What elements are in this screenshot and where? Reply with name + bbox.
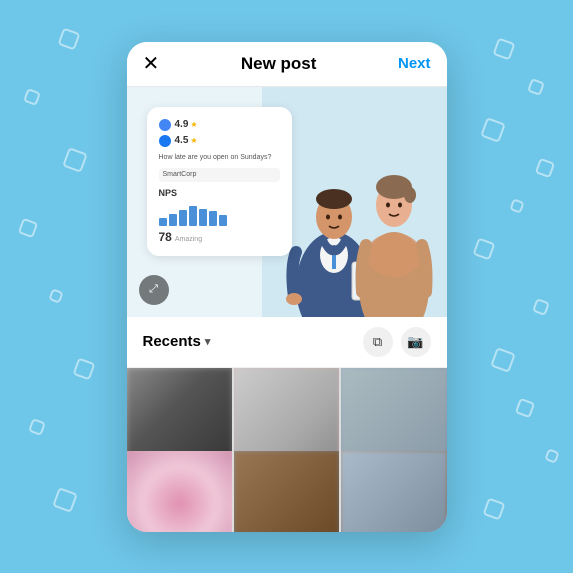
camera-icon: 📷 [407,334,423,350]
nps-label: NPS [159,188,280,198]
input-mock: SmartCorp [159,168,280,182]
google-star: ★ [190,120,197,129]
expand-button[interactable]: ⤢ [139,275,169,305]
fb-score: 4.5 [175,135,189,146]
fb-icon [159,135,171,147]
google-rating-row: 4.9 ★ [159,119,280,131]
bar-6 [209,211,217,225]
page-title: New post [241,54,317,74]
bar-1 [159,218,167,225]
dashboard-card: 4.9 ★ 4.5 ★ How late are you open on Sun… [147,107,292,256]
app-container: ✕ New post Next 4.9 ★ 4.5 ★ How late are… [127,42,447,532]
copy-icon: ⧉ [373,334,382,350]
image-preview: 4.9 ★ 4.5 ★ How late are you open on Sun… [127,87,447,317]
header: ✕ New post Next [127,42,447,87]
bar-7 [219,215,227,226]
fb-rating-row: 4.5 ★ [159,135,280,147]
photo-cell-5[interactable] [234,451,339,532]
photo-grid [127,368,447,532]
bar-chart [159,202,280,226]
nps-score: 78 [159,230,172,244]
recents-bar: Recents ▾ ⧉ 📷 [127,317,447,368]
recents-chevron-icon: ▾ [205,335,211,348]
expand-icon: ⤢ [149,283,158,296]
bar-4 [189,206,197,225]
photo-cell-4[interactable] [127,451,232,532]
survey-question: How late are you open on Sundays? [159,153,280,162]
close-button[interactable]: ✕ [143,54,160,74]
recents-text: Recents [143,333,201,350]
fb-star: ★ [190,136,197,145]
bar-2 [169,214,177,226]
google-score: 4.9 [175,119,189,130]
nps-score-label: Amazing [175,236,202,243]
recents-label[interactable]: Recents ▾ [143,333,211,350]
bar-3 [179,210,187,226]
photo-cell-6[interactable] [341,451,446,532]
google-icon [159,119,171,131]
next-button[interactable]: Next [398,55,431,72]
copy-button[interactable]: ⧉ [363,327,393,357]
bar-5 [199,209,207,226]
recents-actions: ⧉ 📷 [363,327,431,357]
camera-button[interactable]: 📷 [401,327,431,357]
